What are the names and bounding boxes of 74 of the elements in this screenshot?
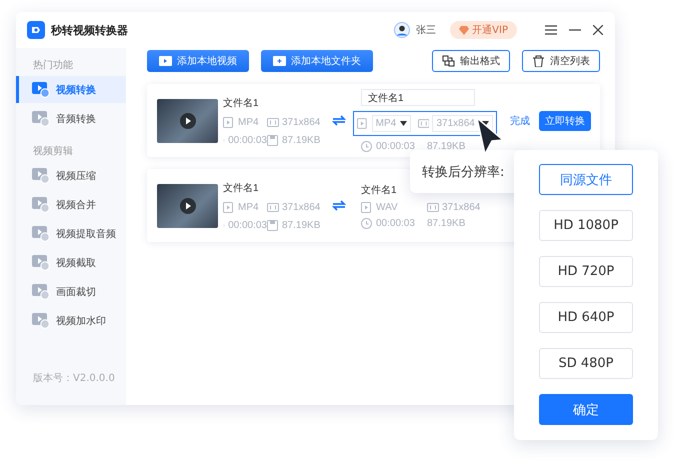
confirm-button[interactable]: 确定 — [539, 394, 633, 425]
resolution-option[interactable]: HD 640P — [539, 302, 633, 333]
video-tool-icon — [32, 196, 50, 213]
section-heading: 视频剪辑 — [32, 144, 74, 159]
file-name: 文件名1 — [223, 182, 260, 194]
play-icon — [180, 112, 196, 128]
diamond-icon — [459, 26, 470, 34]
sidebar-item[interactable]: 音频转换 — [16, 105, 126, 132]
resolution-icon — [418, 118, 430, 129]
output-size: 87.19KB — [427, 141, 466, 152]
toolbar-button[interactable]: 清空列表 — [522, 50, 600, 72]
output-size: 87.19KB — [427, 218, 466, 228]
save-icon — [267, 134, 279, 146]
sidebar-item[interactable]: 视频提取音频 — [16, 220, 126, 247]
section-heading: 热门功能 — [32, 58, 74, 73]
video-tool-icon — [32, 312, 50, 329]
video-tool-icon — [32, 81, 50, 98]
toolbar-button[interactable]: 输出格式 — [432, 50, 510, 72]
file-size: 87.19KB — [282, 220, 320, 230]
output-name: 文件名1 — [360, 184, 397, 196]
video-tool-icon — [32, 254, 50, 271]
sidebar-item[interactable]: 画面裁切 — [16, 278, 126, 305]
caret-icon — [400, 121, 407, 126]
save-icon — [267, 220, 279, 230]
file-format-icon — [357, 118, 369, 129]
resolution-icon — [427, 202, 439, 212]
sidebar-item[interactable]: 视频截取 — [16, 249, 126, 276]
swap-icon — [332, 114, 346, 127]
output-duration: 00:00:03 — [376, 218, 415, 228]
file-format-icon — [223, 202, 235, 212]
file-format-icon — [223, 116, 235, 128]
app-title: 秒转视频转换器 — [51, 22, 129, 38]
file-format: MP4 — [238, 202, 259, 212]
resolution-option[interactable]: 同源文件 — [539, 164, 633, 195]
app-logo-icon — [27, 21, 45, 39]
resolution-icon — [267, 202, 279, 212]
file-resolution: 371x864 — [282, 116, 320, 128]
output-format: WAV — [376, 202, 398, 212]
video-tool-icon — [32, 225, 50, 242]
resolution-icon — [267, 116, 279, 128]
resolution-option[interactable]: HD 1080P — [539, 210, 633, 241]
resolution-option[interactable]: HD 720P — [539, 256, 633, 287]
close-icon — [593, 25, 603, 35]
swap-icon — [332, 199, 346, 212]
play-icon — [180, 198, 196, 214]
file-duration: 00:00:03 — [228, 220, 267, 230]
user-name: 张三 — [416, 24, 436, 37]
sidebar-item[interactable]: 视频转换 — [16, 76, 126, 103]
file-format: MP4 — [238, 116, 259, 128]
toolbar-button[interactable]: 添加本地文件夹 — [261, 50, 373, 72]
file-format-icon — [361, 202, 373, 212]
resolution-option[interactable]: SD 480P — [539, 348, 633, 379]
sidebar-item[interactable]: 视频合并 — [16, 191, 126, 218]
file-size: 87.19KB — [282, 134, 320, 146]
video-tool-icon — [32, 167, 50, 184]
sidebar-item[interactable]: 视频压缩 — [16, 162, 126, 189]
output-duration: 00:00:03 — [376, 141, 415, 152]
file-name: 文件名1 — [223, 96, 260, 110]
format-icon — [442, 55, 455, 67]
toolbar-button[interactable]: 添加本地视频 — [147, 50, 249, 72]
file-duration: 00:00:03 — [228, 134, 267, 146]
done-link[interactable]: 完成 — [510, 114, 530, 128]
video-tool-icon — [32, 283, 50, 300]
trash-icon — [532, 55, 545, 67]
output-name-field[interactable]: 文件名1 — [361, 89, 475, 106]
version-label: 版本号：V2.0.0.0 — [32, 372, 116, 386]
menu-icon — [545, 25, 557, 35]
video-tool-icon — [32, 110, 50, 127]
sidebar-item[interactable]: 视频加水印 — [16, 307, 126, 334]
convert-button[interactable]: 立即转换 — [539, 110, 591, 130]
file-resolution: 371x864 — [282, 202, 320, 212]
avatar-icon — [394, 22, 410, 38]
output-resolution: 371x864 — [442, 202, 480, 212]
video-file-icon — [159, 55, 172, 67]
